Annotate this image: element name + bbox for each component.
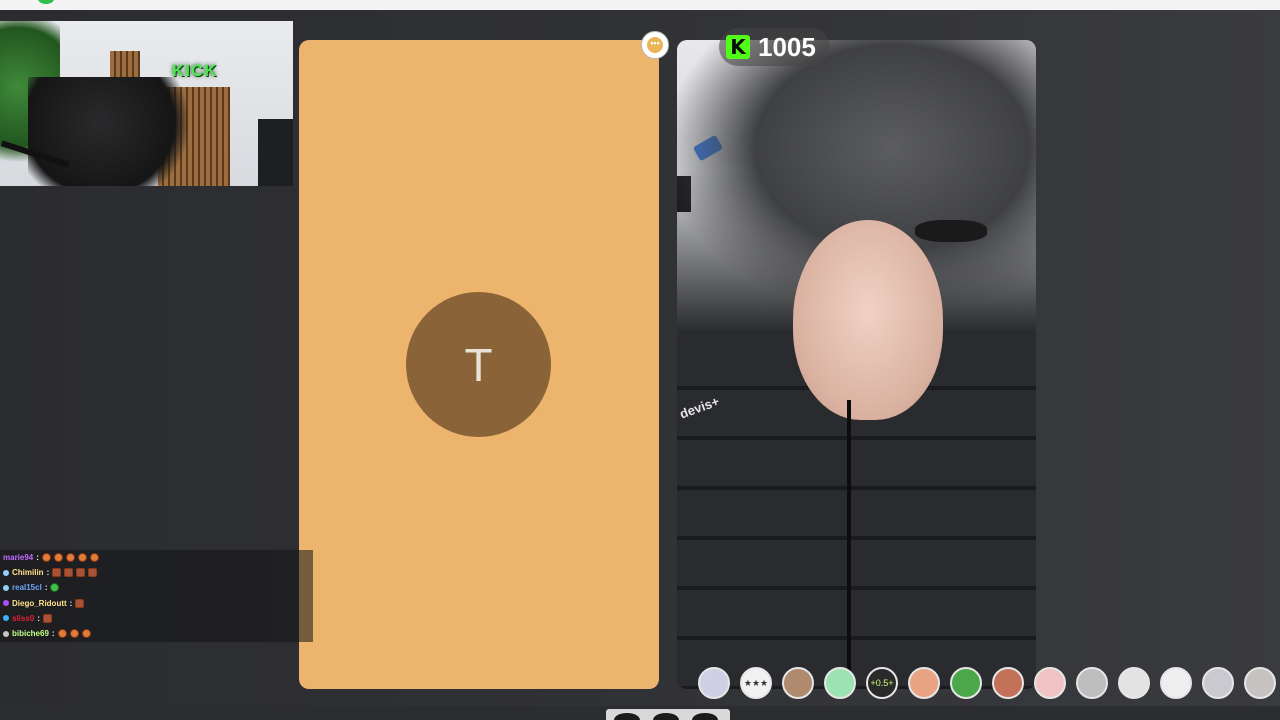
top-bar: [0, 0, 1280, 10]
user-badge-icon: [3, 584, 9, 591]
emote-icon: [65, 553, 75, 563]
more-dots-icon: •••: [647, 37, 663, 53]
user-badge-icon: [3, 615, 9, 622]
viewer-count: 1005: [758, 31, 816, 62]
chat-separator: :: [44, 583, 48, 593]
emote-icon: [81, 629, 91, 639]
filter-sad-icon[interactable]: [1118, 667, 1150, 699]
jacket-zip: [847, 400, 851, 689]
control-dot-icon[interactable]: [692, 713, 718, 720]
chat-separator: :: [69, 598, 73, 608]
emote-icon: [52, 568, 62, 578]
kick-viewer-counter: K 1005: [719, 28, 830, 66]
filter-green-icon[interactable]: [950, 667, 982, 699]
chat-message: Chimilin:: [0, 565, 313, 580]
emote-icon: [41, 553, 51, 563]
filter-bar: ★★★ +0.5+: [698, 667, 1276, 699]
streamer: [28, 77, 188, 186]
sunglasses: [915, 220, 987, 242]
chat-username[interactable]: bibiche69: [12, 629, 49, 638]
filter-monkey-icon[interactable]: [782, 667, 814, 699]
more-options-button[interactable]: •••: [641, 31, 669, 59]
emote-icon: [42, 613, 52, 623]
chat-username[interactable]: real15cl: [12, 583, 42, 592]
face: [793, 220, 943, 420]
filter-stars-icon[interactable]: ★★★: [740, 667, 772, 699]
filter-eyes-icon[interactable]: [1076, 667, 1108, 699]
avatar: T: [406, 292, 551, 437]
chat-message: real15cl:: [0, 580, 313, 595]
control-dot-icon[interactable]: [614, 713, 640, 720]
filter-speed-icon[interactable]: +0.5+: [866, 667, 898, 699]
filter-sticker-icon[interactable]: [698, 667, 730, 699]
chat-username[interactable]: Chimilin: [12, 568, 44, 577]
peer-video-placeholder: T: [299, 40, 659, 689]
emote-icon: [89, 553, 99, 563]
chat-username[interactable]: marie94: [3, 553, 33, 562]
filter-alien-icon[interactable]: [824, 667, 856, 699]
chat-username[interactable]: sliss0: [12, 614, 34, 623]
emote-icon: [50, 583, 60, 593]
chat-message: marie94:: [0, 550, 313, 565]
control-dot-icon[interactable]: [653, 713, 679, 720]
self-video: devis+: [677, 40, 1036, 689]
emote-icon: [57, 629, 67, 639]
chat-separator: :: [37, 613, 40, 623]
emote-icon: [75, 598, 85, 608]
chat-separator: :: [36, 553, 39, 563]
chat-username[interactable]: Diego_Ridoutt: [12, 599, 67, 608]
filter-face-icon[interactable]: [908, 667, 940, 699]
emote-icon: [77, 553, 87, 563]
chat-overlay: marie94: Chimilin: real15cl: Diego_Ridoutt:…: [0, 550, 313, 642]
chat-message: bibiche69:: [0, 626, 313, 641]
filter-pink-icon[interactable]: [1034, 667, 1066, 699]
streamer-webcam: KICK: [0, 21, 293, 186]
chat-separator: :: [46, 568, 50, 578]
monitor: [258, 119, 293, 186]
chat-message: Diego_Ridoutt:: [0, 596, 313, 611]
user-badge-icon: [3, 600, 9, 607]
emote-icon: [64, 568, 74, 578]
emote-icon: [76, 568, 86, 578]
kick-logo-icon: K: [726, 35, 750, 59]
user-badge-icon: [3, 630, 9, 637]
filter-cat-icon[interactable]: [1244, 667, 1276, 699]
emote-icon: [53, 553, 63, 563]
filter-gray-icon[interactable]: [1202, 667, 1234, 699]
emote-icon: [69, 629, 79, 639]
chat-message: sliss0:: [0, 611, 313, 626]
emote-icon: [88, 568, 98, 578]
filter-smile-icon[interactable]: [1160, 667, 1192, 699]
app-logo-icon: [38, 0, 54, 4]
chat-separator: :: [51, 629, 55, 639]
filter-portrait-icon[interactable]: [992, 667, 1024, 699]
user-badge-icon: [3, 569, 9, 576]
